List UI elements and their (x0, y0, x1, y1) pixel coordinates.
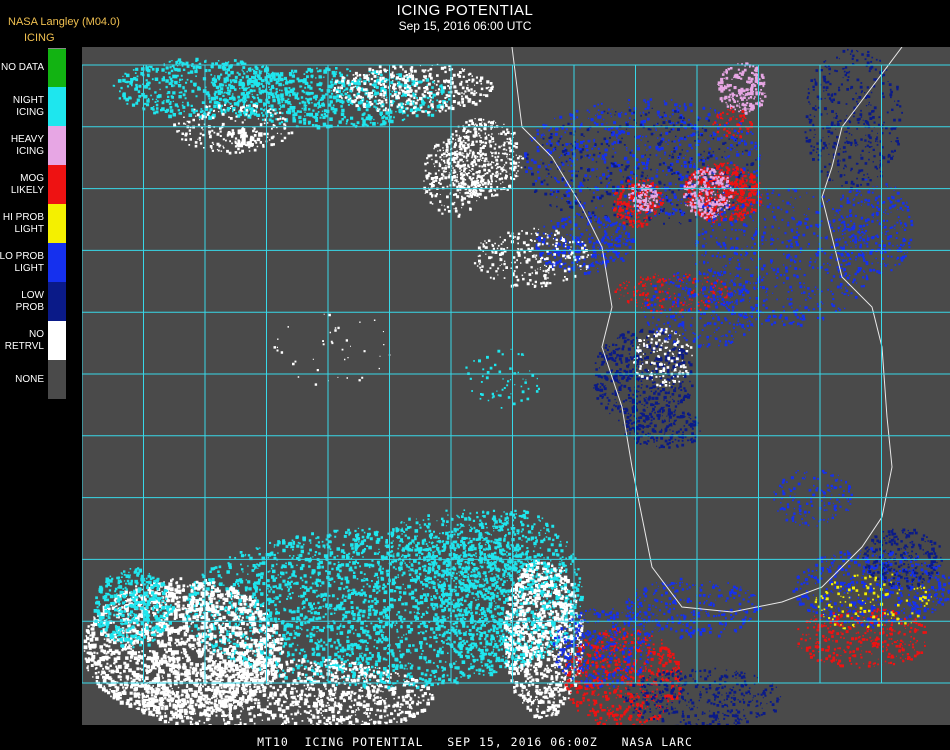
legend-item-night-icing: NIGHT ICING (0, 87, 66, 126)
cloud-patch-36 (93, 567, 176, 649)
legend-item-none: NONE (0, 360, 66, 399)
cloud-patch-19 (804, 48, 903, 190)
legend-label: MOG LIKELY (10, 172, 44, 196)
legend-item-mog-likely: MOG LIKELY (0, 165, 66, 204)
legend-swatch (48, 165, 66, 204)
cloud-patch-18 (692, 188, 872, 327)
legend-swatch (48, 204, 66, 243)
cloud-patch-17 (614, 273, 732, 314)
legend-label: HI PROB LIGHT (2, 211, 44, 235)
header-datetime: Sep 15, 2016 06:00 UTC (398, 19, 532, 33)
legend-swatch (48, 282, 66, 321)
cloud-patch-4 (442, 118, 525, 200)
legend-label: NO RETRVL (4, 328, 44, 352)
legend-item-lo-prob-light: LO PROB LIGHT (0, 243, 66, 282)
legend-item-low-prob: LOW PROB (0, 282, 66, 321)
legend-swatch (48, 360, 66, 399)
footer-caption: MT10 ICING POTENTIAL SEP 15, 2016 06:00Z… (257, 735, 693, 749)
cloud-patch-20 (832, 178, 914, 278)
legend-label: NIGHT ICING (12, 94, 44, 118)
legend-title: ICING (24, 32, 55, 44)
legend-item-no-data: NO DATA (0, 48, 66, 88)
legend-label: LOW PROB (15, 289, 44, 313)
legend-label: NONE (15, 373, 44, 385)
cloud-patch-30 (773, 469, 853, 527)
legend-item-heavy-icing: HEAVY ICING (0, 126, 66, 165)
legend-label: HEAVY ICING (10, 133, 44, 157)
icing-map-canvas (82, 47, 950, 725)
legend-item-hi-prob-light: HI PROB LIGHT (0, 204, 66, 243)
header-source: NASA Langley (M04.0) (8, 16, 120, 28)
legend: NO DATA NIGHT ICING HEAVY ICING MOG LIKE… (0, 48, 66, 399)
legend-label: NO DATA (1, 61, 44, 73)
legend-label: LO PROB LIGHT (0, 250, 44, 274)
cloud-patch-22 (622, 407, 701, 449)
cloud-patch-33 (83, 577, 285, 720)
legend-swatch (48, 321, 66, 360)
legend-item-no-retrvl: NO RETRVL (0, 321, 66, 360)
cloud-patch-26 (797, 608, 927, 669)
page-title: ICING POTENTIAL (396, 2, 534, 19)
coastline-layer (511, 47, 903, 613)
cloud-patch-41 (273, 313, 391, 386)
legend-swatch (48, 243, 66, 282)
cloud-patch-5 (423, 137, 485, 218)
legend-swatch (48, 126, 66, 165)
legend-swatch (48, 87, 66, 126)
cloud-patch-11 (717, 62, 767, 115)
legend-swatch (48, 48, 66, 88)
cloud-patch-42 (465, 348, 540, 409)
cloud-patch-2 (332, 63, 494, 115)
africa-coastline (511, 47, 903, 613)
icing-map (82, 47, 950, 725)
